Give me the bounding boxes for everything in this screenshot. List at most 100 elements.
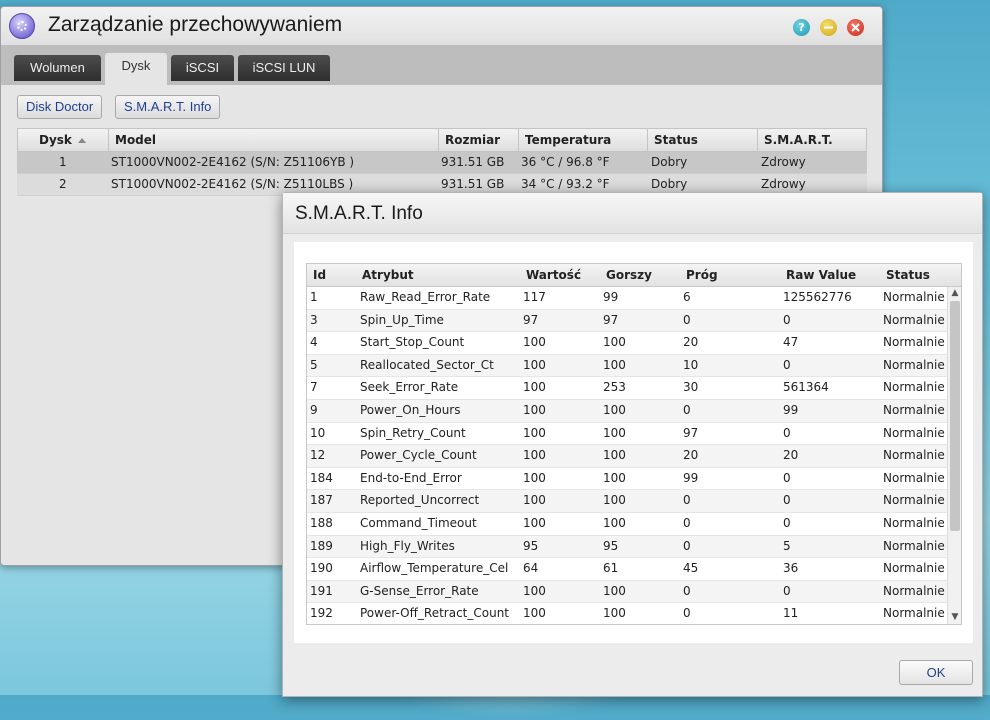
scrollbar[interactable]: ▲ ▼ [947, 287, 961, 624]
cell-id: 190 [310, 561, 333, 576]
column-header-dysk[interactable]: Dysk [18, 129, 109, 151]
minimize-icon[interactable] [820, 19, 837, 36]
cell-value: 117 [523, 290, 546, 304]
cell-id: 192 [310, 606, 333, 621]
cell-status: Normalnie [883, 583, 945, 598]
cell-raw-value: 0 [783, 312, 791, 327]
smart-table-header: Id Atrybut Wartość Gorszy Próg Raw Value… [307, 264, 961, 287]
cell-value: 100 [523, 448, 546, 463]
cell-status: Normalnie [883, 357, 945, 372]
cell-worst: 100 [603, 606, 626, 621]
dialog-body: Id Atrybut Wartość Gorszy Próg Raw Value… [294, 242, 973, 643]
tab-iscsi[interactable]: iSCSI [171, 55, 234, 81]
column-header-atrybut[interactable]: Atrybut [362, 264, 414, 286]
tab-dysk[interactable]: Dysk [105, 53, 167, 85]
smart-info-button[interactable]: S.M.A.R.T. Info [115, 95, 221, 119]
cell-status: Normalnie [883, 425, 945, 440]
scroll-thumb[interactable] [950, 301, 960, 531]
table-row[interactable]: 1 ST1000VN002-2E4162 (S/N: Z51106YB ) 93… [17, 152, 867, 174]
disk-doctor-button[interactable]: Disk Doctor [17, 95, 103, 119]
cell-worst: 99 [603, 290, 619, 304]
cell-id: 3 [310, 312, 318, 327]
tab-wolumen[interactable]: Wolumen [14, 55, 101, 81]
dialog-title: S.M.A.R.T. Info [295, 203, 423, 224]
table-row[interactable]: 10 Spin_Retry_Count 100 100 97 0 Normalnie [307, 423, 947, 446]
table-row[interactable]: 192 Power-Off_Retract_Count 100 100 0 11 Norma… [307, 603, 947, 624]
table-row[interactable]: 188 Command_Timeout 100 100 0 0 Normalnie [307, 513, 947, 536]
column-header-model[interactable]: Model [109, 129, 439, 151]
cell-raw-value: 561364 [783, 380, 829, 395]
cell-id: 4 [310, 335, 318, 350]
window-titlebar[interactable]: Zarządzanie przechowywaniem ? [1, 7, 882, 45]
cell-attribute: Reallocated_Sector_Ct [360, 357, 494, 372]
column-header-status[interactable]: Status [648, 129, 758, 151]
cell-value: 100 [523, 583, 546, 598]
column-header-status[interactable]: Status [886, 264, 930, 286]
cell-raw-value: 0 [783, 357, 791, 372]
column-header-rozmiar[interactable]: Rozmiar [439, 129, 519, 151]
cell-status: Normalnie [883, 448, 945, 463]
column-header-wartosc[interactable]: Wartość [526, 264, 581, 286]
table-row[interactable]: 12 Power_Cycle_Count 100 100 20 20 Normalnie [307, 445, 947, 468]
tab-iscsi-lun[interactable]: iSCSI LUN [238, 55, 330, 81]
cell-raw-value: 20 [783, 448, 799, 463]
ok-button[interactable]: OK [899, 660, 973, 685]
cell-status: Normalnie [883, 290, 945, 304]
cell-status: Normalnie [883, 493, 945, 508]
column-header-prog[interactable]: Próg [686, 264, 718, 286]
sort-asc-icon [77, 138, 86, 143]
table-row[interactable]: 5 Reallocated_Sector_Ct 100 100 10 0 Normalnie [307, 354, 947, 378]
cell-threshold: 99 [683, 470, 699, 485]
table-row[interactable]: 1 Raw_Read_Error_Rate 117 99 6 125562776 Norma… [307, 287, 947, 310]
cell-id: 191 [310, 583, 333, 598]
column-header-raw-value[interactable]: Raw Value [786, 264, 856, 286]
scroll-up-icon[interactable]: ▲ [950, 288, 960, 298]
cell-id: 9 [310, 402, 318, 417]
cell-raw-value: 5 [783, 538, 791, 553]
cell-worst: 100 [603, 402, 626, 417]
cell-disk: 2 [59, 177, 67, 191]
smart-info-dialog: S.M.A.R.T. Info Id Atrybut Wartość Gorsz… [282, 192, 983, 697]
table-row[interactable]: 190 Airflow_Temperature_Cel 64 61 45 36 Normal… [307, 558, 947, 581]
table-row[interactable]: 3 Spin_Up_Time 97 97 0 0 Normalnie [307, 309, 947, 333]
cell-threshold: 97 [683, 425, 699, 440]
table-row[interactable]: 7 Seek_Error_Rate 100 253 30 561364 Normalnie [307, 377, 947, 400]
column-header-id[interactable]: Id [313, 264, 326, 286]
table-row[interactable]: 191 G-Sense_Error_Rate 100 100 0 0 Normalnie [307, 580, 947, 604]
table-row[interactable]: 189 High_Fly_Writes 95 95 0 5 Normalnie [307, 535, 947, 559]
column-header-temperatura[interactable]: Temperatura [519, 129, 648, 151]
storage-app-icon [9, 13, 35, 39]
table-row[interactable]: 187 Reported_Uncorrect 100 100 0 0 Normalnie [307, 490, 947, 513]
cell-attribute: Start_Stop_Count [360, 335, 465, 350]
help-icon[interactable]: ? [793, 19, 810, 36]
cell-worst: 100 [603, 448, 626, 463]
cell-threshold: 0 [683, 312, 691, 327]
cell-worst: 100 [603, 515, 626, 530]
cell-attribute: Power_Cycle_Count [360, 448, 477, 463]
cell-attribute: G-Sense_Error_Rate [360, 583, 479, 598]
column-header-smart[interactable]: S.M.A.R.T. [758, 129, 868, 151]
table-row[interactable]: 184 End-to-End_Error 100 100 99 0 Normalnie [307, 468, 947, 491]
cell-raw-value: 11 [783, 606, 799, 621]
column-header-gorszy[interactable]: Gorszy [606, 264, 652, 286]
cell-id: 184 [310, 470, 333, 485]
cell-worst: 100 [603, 335, 626, 350]
scroll-down-icon[interactable]: ▼ [950, 612, 960, 622]
cell-id: 189 [310, 538, 333, 553]
table-row[interactable]: 4 Start_Stop_Count 100 100 20 47 Normalnie [307, 332, 947, 355]
cell-threshold: 20 [683, 448, 699, 463]
cell-status: Normalnie [883, 335, 945, 350]
cell-threshold: 0 [683, 515, 691, 530]
cell-value: 100 [523, 425, 546, 440]
cell-status: Normalnie [883, 538, 945, 553]
cell-value: 100 [523, 335, 546, 350]
cell-status: Normalnie [883, 312, 945, 327]
cell-threshold: 6 [683, 290, 691, 304]
close-icon[interactable] [847, 19, 864, 36]
cell-worst: 61 [603, 561, 619, 576]
dialog-titlebar[interactable]: S.M.A.R.T. Info [283, 193, 982, 234]
cell-attribute: Seek_Error_Rate [360, 380, 459, 395]
cell-attribute: Spin_Up_Time [360, 312, 444, 327]
cell-value: 100 [523, 357, 546, 372]
table-row[interactable]: 9 Power_On_Hours 100 100 0 99 Normalnie [307, 399, 947, 423]
